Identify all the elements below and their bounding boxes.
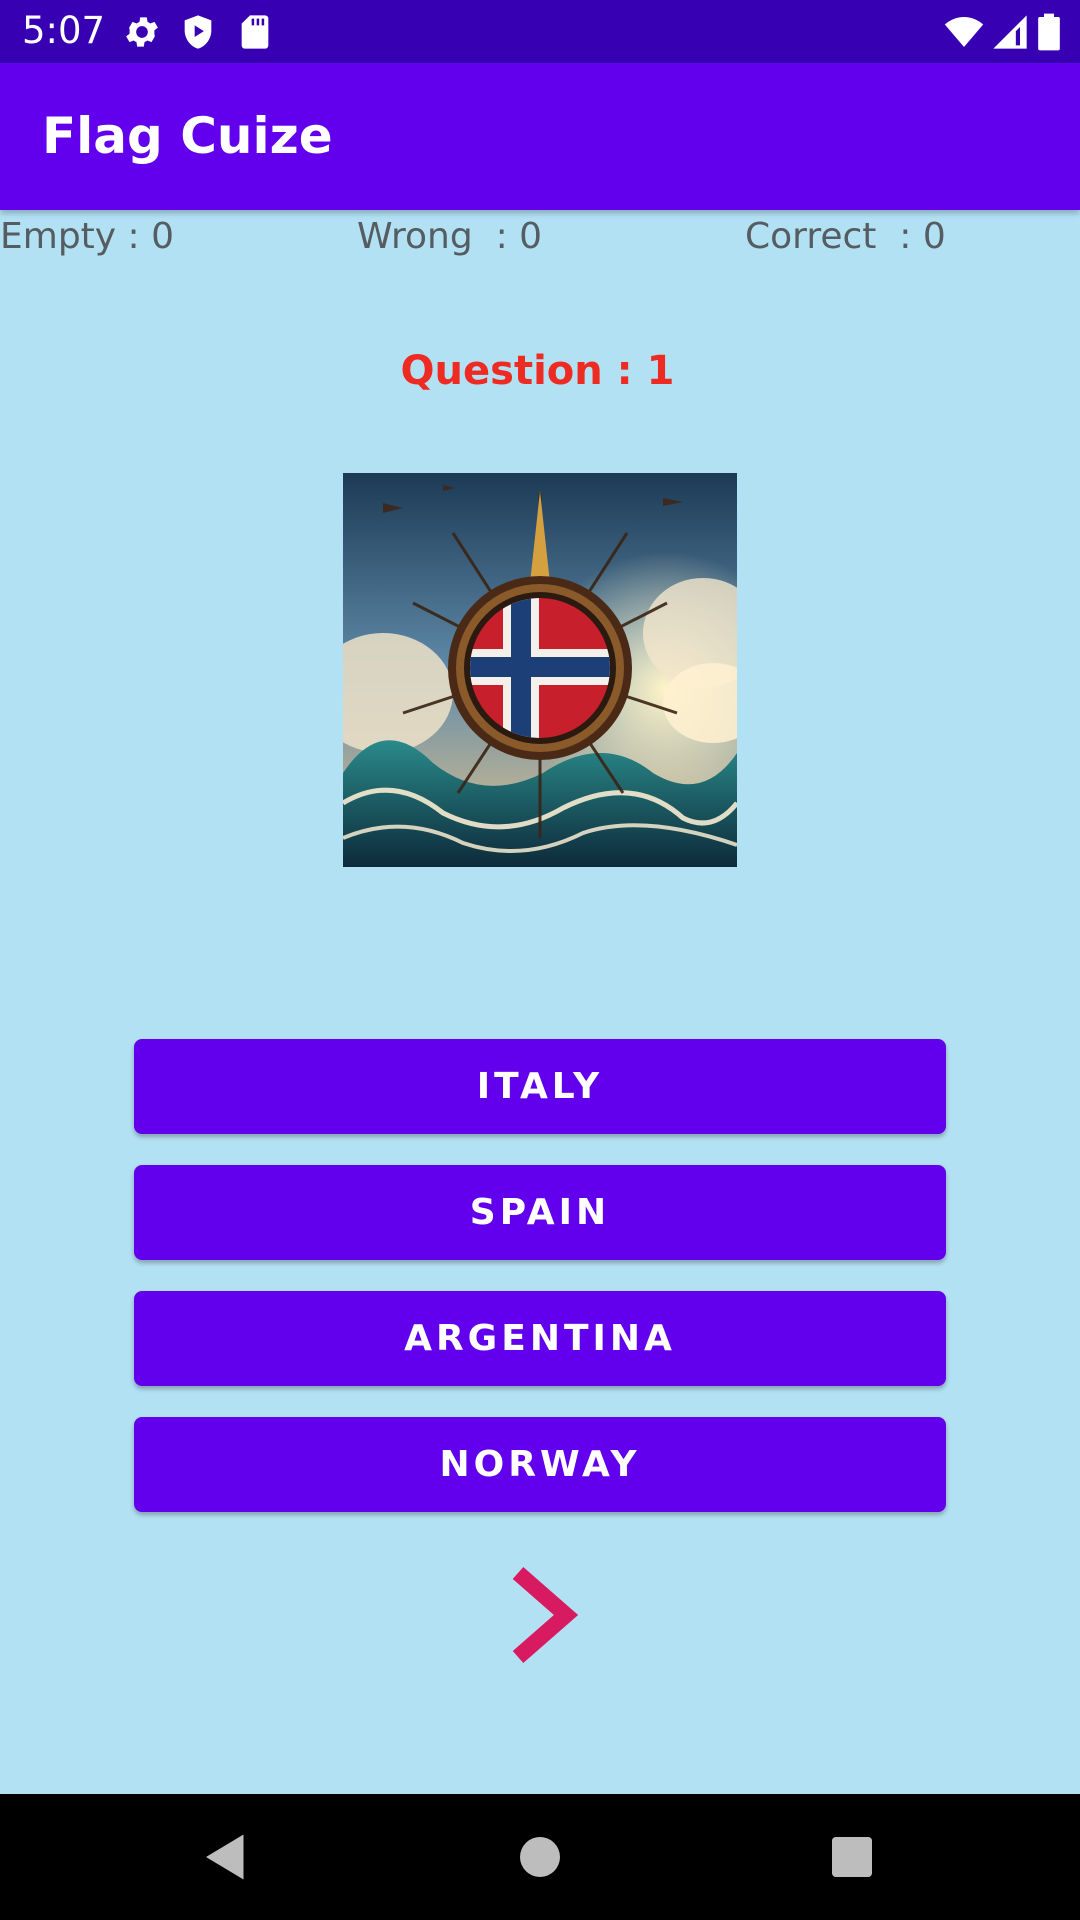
battery-icon [1036, 12, 1062, 52]
next-question-button[interactable] [500, 1565, 580, 1665]
answer-button-3[interactable]: ARGENTINA [134, 1291, 946, 1386]
status-bar: 5:07 [0, 0, 1080, 63]
answer-button-1[interactable]: ITALY [134, 1039, 946, 1134]
correct-count: Correct : 0 [745, 216, 946, 257]
wrong-count: Wrong : 0 [357, 216, 543, 257]
question-number: Question : 1 [400, 348, 675, 394]
gear-icon [122, 12, 162, 52]
chevron-right-icon [512, 1566, 579, 1664]
navigation-bar [0, 1794, 1080, 1920]
sd-card-icon [235, 12, 275, 52]
recents-icon[interactable] [822, 1827, 882, 1887]
cellular-signal-icon [990, 12, 1030, 52]
empty-count: Empty : 0 [0, 216, 175, 257]
answer-button-4[interactable]: NORWAY [134, 1417, 946, 1512]
norway-flag-artwork [343, 473, 737, 867]
shield-play-icon [178, 12, 218, 52]
back-icon[interactable] [196, 1827, 256, 1887]
app-bar: Flag Cuize [0, 63, 1080, 210]
wifi-icon [942, 12, 986, 52]
flag-quiz-screen: 5:07 Flag Cuize Empty : 0 Wrong : 0 Corr… [0, 0, 1080, 1920]
app-title: Flag Cuize [42, 107, 333, 165]
status-time: 5:07 [22, 9, 106, 52]
answer-button-2[interactable]: SPAIN [134, 1165, 946, 1260]
home-icon[interactable] [510, 1827, 570, 1887]
